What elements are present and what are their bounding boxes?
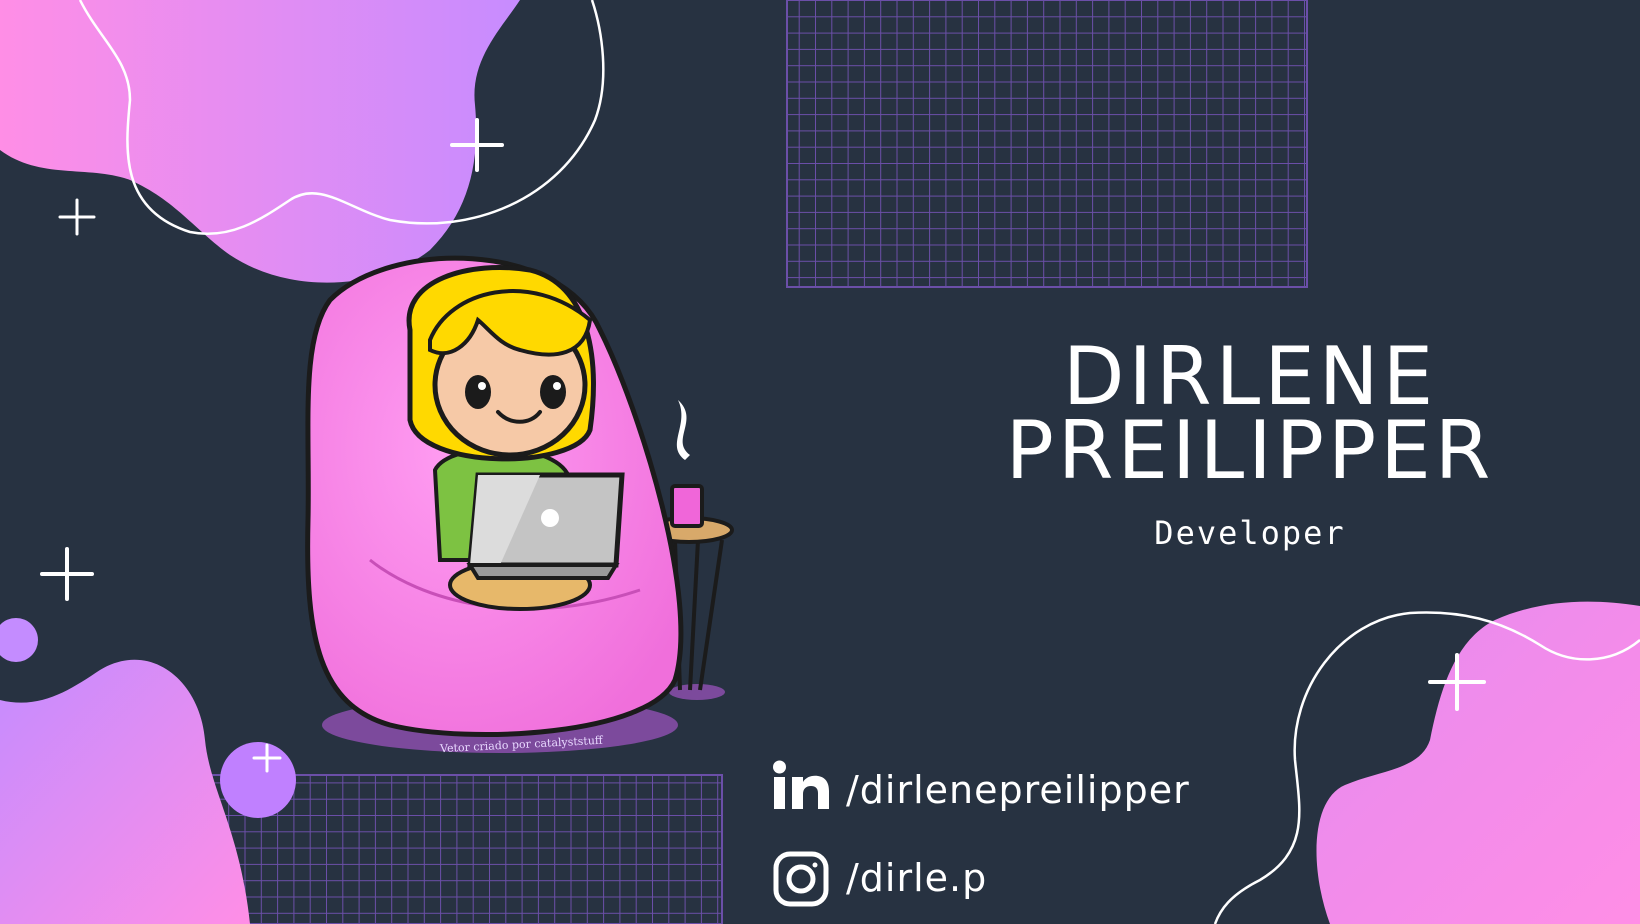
small-circle-left	[0, 618, 38, 662]
sparkle-icon	[58, 198, 96, 236]
name-line-last: PREILIPPER	[1005, 404, 1495, 497]
linkedin-link[interactable]: /dirlenepreilipper	[846, 768, 1190, 812]
instagram-icon[interactable]	[773, 851, 829, 907]
linkedin-icon[interactable]	[773, 760, 829, 810]
developer-illustration	[305, 255, 734, 753]
grid-pattern-top	[786, 0, 1308, 288]
sparkle-icon	[40, 547, 94, 601]
blob-bottom-left	[0, 659, 250, 924]
circle-bubble	[220, 742, 296, 818]
blob-top-left	[0, 0, 520, 283]
name-line-first: DIRLENE	[1062, 330, 1438, 423]
instagram-link[interactable]: /dirle.p	[846, 856, 987, 900]
job-title: Developer	[1154, 514, 1346, 552]
blob-bottom-right	[1316, 601, 1640, 924]
